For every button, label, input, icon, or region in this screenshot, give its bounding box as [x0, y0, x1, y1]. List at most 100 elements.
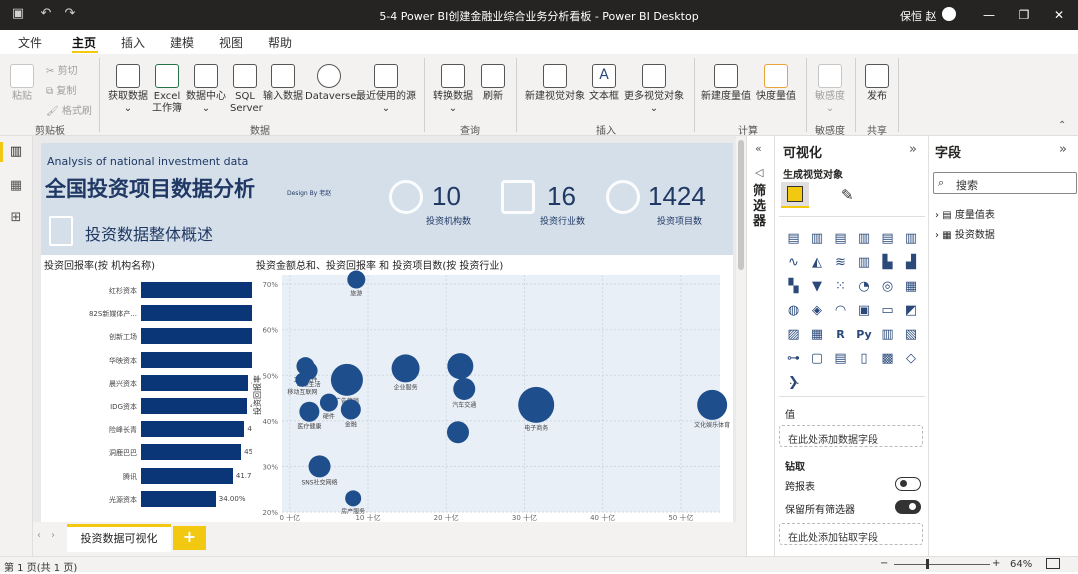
more-visuals-ellipsis[interactable]: ... — [789, 374, 800, 387]
scatter-point[interactable] — [308, 455, 331, 478]
field-table-measures[interactable]: › ▤ 度量值表 — [935, 206, 995, 221]
restore-icon[interactable]: ❐ — [1015, 6, 1033, 24]
tab-modeling[interactable]: 建模 — [170, 34, 194, 51]
page-tab-active[interactable]: 投资数据可视化 — [67, 524, 171, 552]
publish-button[interactable]: 发布 — [862, 64, 892, 103]
bar[interactable] — [141, 328, 253, 345]
scatter-point[interactable] — [299, 401, 320, 422]
scatter-point[interactable] — [697, 389, 728, 420]
scatter-point[interactable] — [347, 270, 366, 289]
scatter-point[interactable] — [330, 363, 363, 396]
scatter-point[interactable] — [319, 393, 338, 412]
scatter-point[interactable] — [518, 386, 555, 423]
add-page-button[interactable]: + — [173, 526, 206, 550]
data-hub-button[interactable]: 数据中心 ⌄ — [184, 64, 228, 115]
visual-type-icon[interactable]: ◎ — [879, 279, 896, 295]
bar[interactable] — [141, 467, 233, 484]
visual-type-icon[interactable]: ▼ — [809, 279, 826, 295]
filters-pane-collapsed[interactable]: « ◁ 筛选器 — [746, 136, 774, 556]
visual-type-icon[interactable]: ≋ — [832, 255, 849, 271]
visual-type-icon[interactable]: ▙ — [879, 255, 896, 271]
visual-type-icon[interactable]: ▟ — [903, 255, 920, 271]
zoom-slider-track[interactable] — [894, 564, 990, 565]
data-view-icon[interactable]: ▦ — [8, 178, 24, 194]
textbox-button[interactable]: A 文本框 — [588, 64, 620, 103]
visual-type-icon[interactable]: ◭ — [809, 255, 826, 271]
zoom-in-icon[interactable]: + — [992, 558, 1000, 569]
visual-type-icon[interactable]: ▩ — [879, 351, 896, 367]
scatter-point[interactable] — [295, 372, 310, 387]
visual-type-icon[interactable]: ▤ — [785, 231, 802, 247]
visual-type-icon[interactable]: ▥ — [856, 231, 873, 247]
visual-type-icon[interactable]: ▦ — [903, 279, 920, 295]
visual-type-icon[interactable]: ▢ — [809, 351, 826, 367]
keep-filters-toggle[interactable] — [895, 500, 921, 514]
sensitivity-button[interactable]: 敏感度 ⌄ — [812, 64, 848, 115]
visual-type-icon[interactable]: ▤ — [879, 231, 896, 247]
visual-type-icon[interactable]: ▧ — [903, 327, 920, 343]
collapse-fields-icon[interactable]: » — [1059, 142, 1067, 157]
collapse-ribbon-icon[interactable]: ⌃ — [1058, 120, 1066, 131]
minimize-icon[interactable]: — — [980, 6, 998, 24]
visual-type-icon[interactable]: ◔ — [856, 279, 873, 295]
visual-type-icon[interactable]: ◍ — [785, 303, 802, 319]
cut-button[interactable]: ✂ 剪切 — [46, 62, 78, 77]
visual-type-icon[interactable]: ⁙ — [832, 279, 849, 295]
visual-type-icon[interactable]: ◠ — [832, 303, 849, 319]
dataverse-button[interactable]: Dataverse — [305, 64, 356, 103]
scatter-point[interactable] — [446, 421, 469, 444]
cross-report-toggle[interactable] — [895, 477, 921, 491]
visual-type-icon[interactable]: ◈ — [809, 303, 826, 319]
visual-type-icon[interactable]: ▚ — [785, 279, 802, 295]
bar[interactable] — [141, 490, 216, 507]
visual-type-icon[interactable]: ⊶ — [785, 351, 802, 367]
bar[interactable] — [141, 305, 261, 322]
avatar[interactable] — [942, 7, 956, 21]
visual-type-icon[interactable]: ▤ — [832, 231, 849, 247]
visual-type-icon[interactable]: R — [832, 327, 849, 343]
visual-type-icon[interactable]: ∿ — [785, 255, 802, 271]
visual-type-icon[interactable]: ▤ — [832, 351, 849, 367]
enter-data-button[interactable]: 输入数据 — [262, 64, 304, 103]
drillthrough-well[interactable]: 在此处添加钻取字段 — [779, 523, 923, 545]
sql-server-button[interactable]: SQL Server — [230, 64, 263, 115]
fields-search[interactable]: ⌕ 搜索 — [933, 172, 1077, 194]
model-view-icon[interactable]: ⊞ — [8, 210, 24, 226]
bar[interactable] — [141, 351, 252, 368]
fit-page-icon[interactable] — [1046, 558, 1060, 569]
user-name[interactable]: 保恒 赵 — [900, 8, 937, 24]
visual-type-icon[interactable]: Py — [856, 327, 873, 343]
bar[interactable] — [141, 444, 242, 461]
scatter-chart-visual[interactable]: 投资金额总和、投资回报率 和 投资项目数(按 投资行业) 20% 30% 40% 50… — [252, 255, 733, 523]
visual-type-icon[interactable]: ▥ — [856, 255, 873, 271]
values-well[interactable]: 在此处添加数据字段 — [779, 425, 923, 447]
paste-button[interactable]: 粘贴 — [8, 64, 36, 103]
visual-type-icon[interactable]: ▥ — [903, 231, 920, 247]
bar[interactable] — [141, 374, 249, 391]
scatter-point[interactable] — [447, 353, 474, 380]
scatter-point[interactable] — [453, 377, 476, 400]
zoom-out-icon[interactable]: − — [880, 558, 888, 569]
tab-file[interactable]: 文件 — [18, 34, 42, 51]
new-visual-button[interactable]: 新建视觉对象 — [522, 64, 588, 103]
excel-button[interactable]: Excel 工作簿 — [152, 64, 182, 115]
expand-left-icon[interactable]: « — [755, 142, 762, 155]
visual-type-icon[interactable]: ▦ — [809, 327, 826, 343]
visual-type-icon[interactable]: ◩ — [903, 303, 920, 319]
copy-button[interactable]: ⧉ 复制 — [46, 82, 76, 97]
scroll-right-icon[interactable]: › — [51, 530, 55, 541]
tab-insert[interactable]: 插入 — [121, 34, 145, 51]
format-painter-button[interactable]: 🖌 格式刷 — [46, 102, 92, 117]
refresh-button[interactable]: 刷新 — [478, 64, 508, 103]
scatter-point[interactable] — [345, 490, 362, 507]
field-table-data[interactable]: › ▦ 投资数据 — [935, 226, 995, 241]
scatter-point[interactable] — [340, 399, 361, 420]
recent-sources-button[interactable]: 最近使用的源 ⌄ — [354, 64, 418, 115]
quick-measure-button[interactable]: 快度量值 — [754, 64, 798, 103]
visual-type-icon[interactable]: ▭ — [879, 303, 896, 319]
report-view-icon[interactable]: ▥ — [8, 144, 24, 160]
new-measure-button[interactable]: 新建度量值 — [700, 64, 752, 103]
bar[interactable] — [141, 398, 248, 414]
visual-type-icon[interactable]: ▥ — [809, 231, 826, 247]
bar[interactable] — [141, 282, 267, 298]
